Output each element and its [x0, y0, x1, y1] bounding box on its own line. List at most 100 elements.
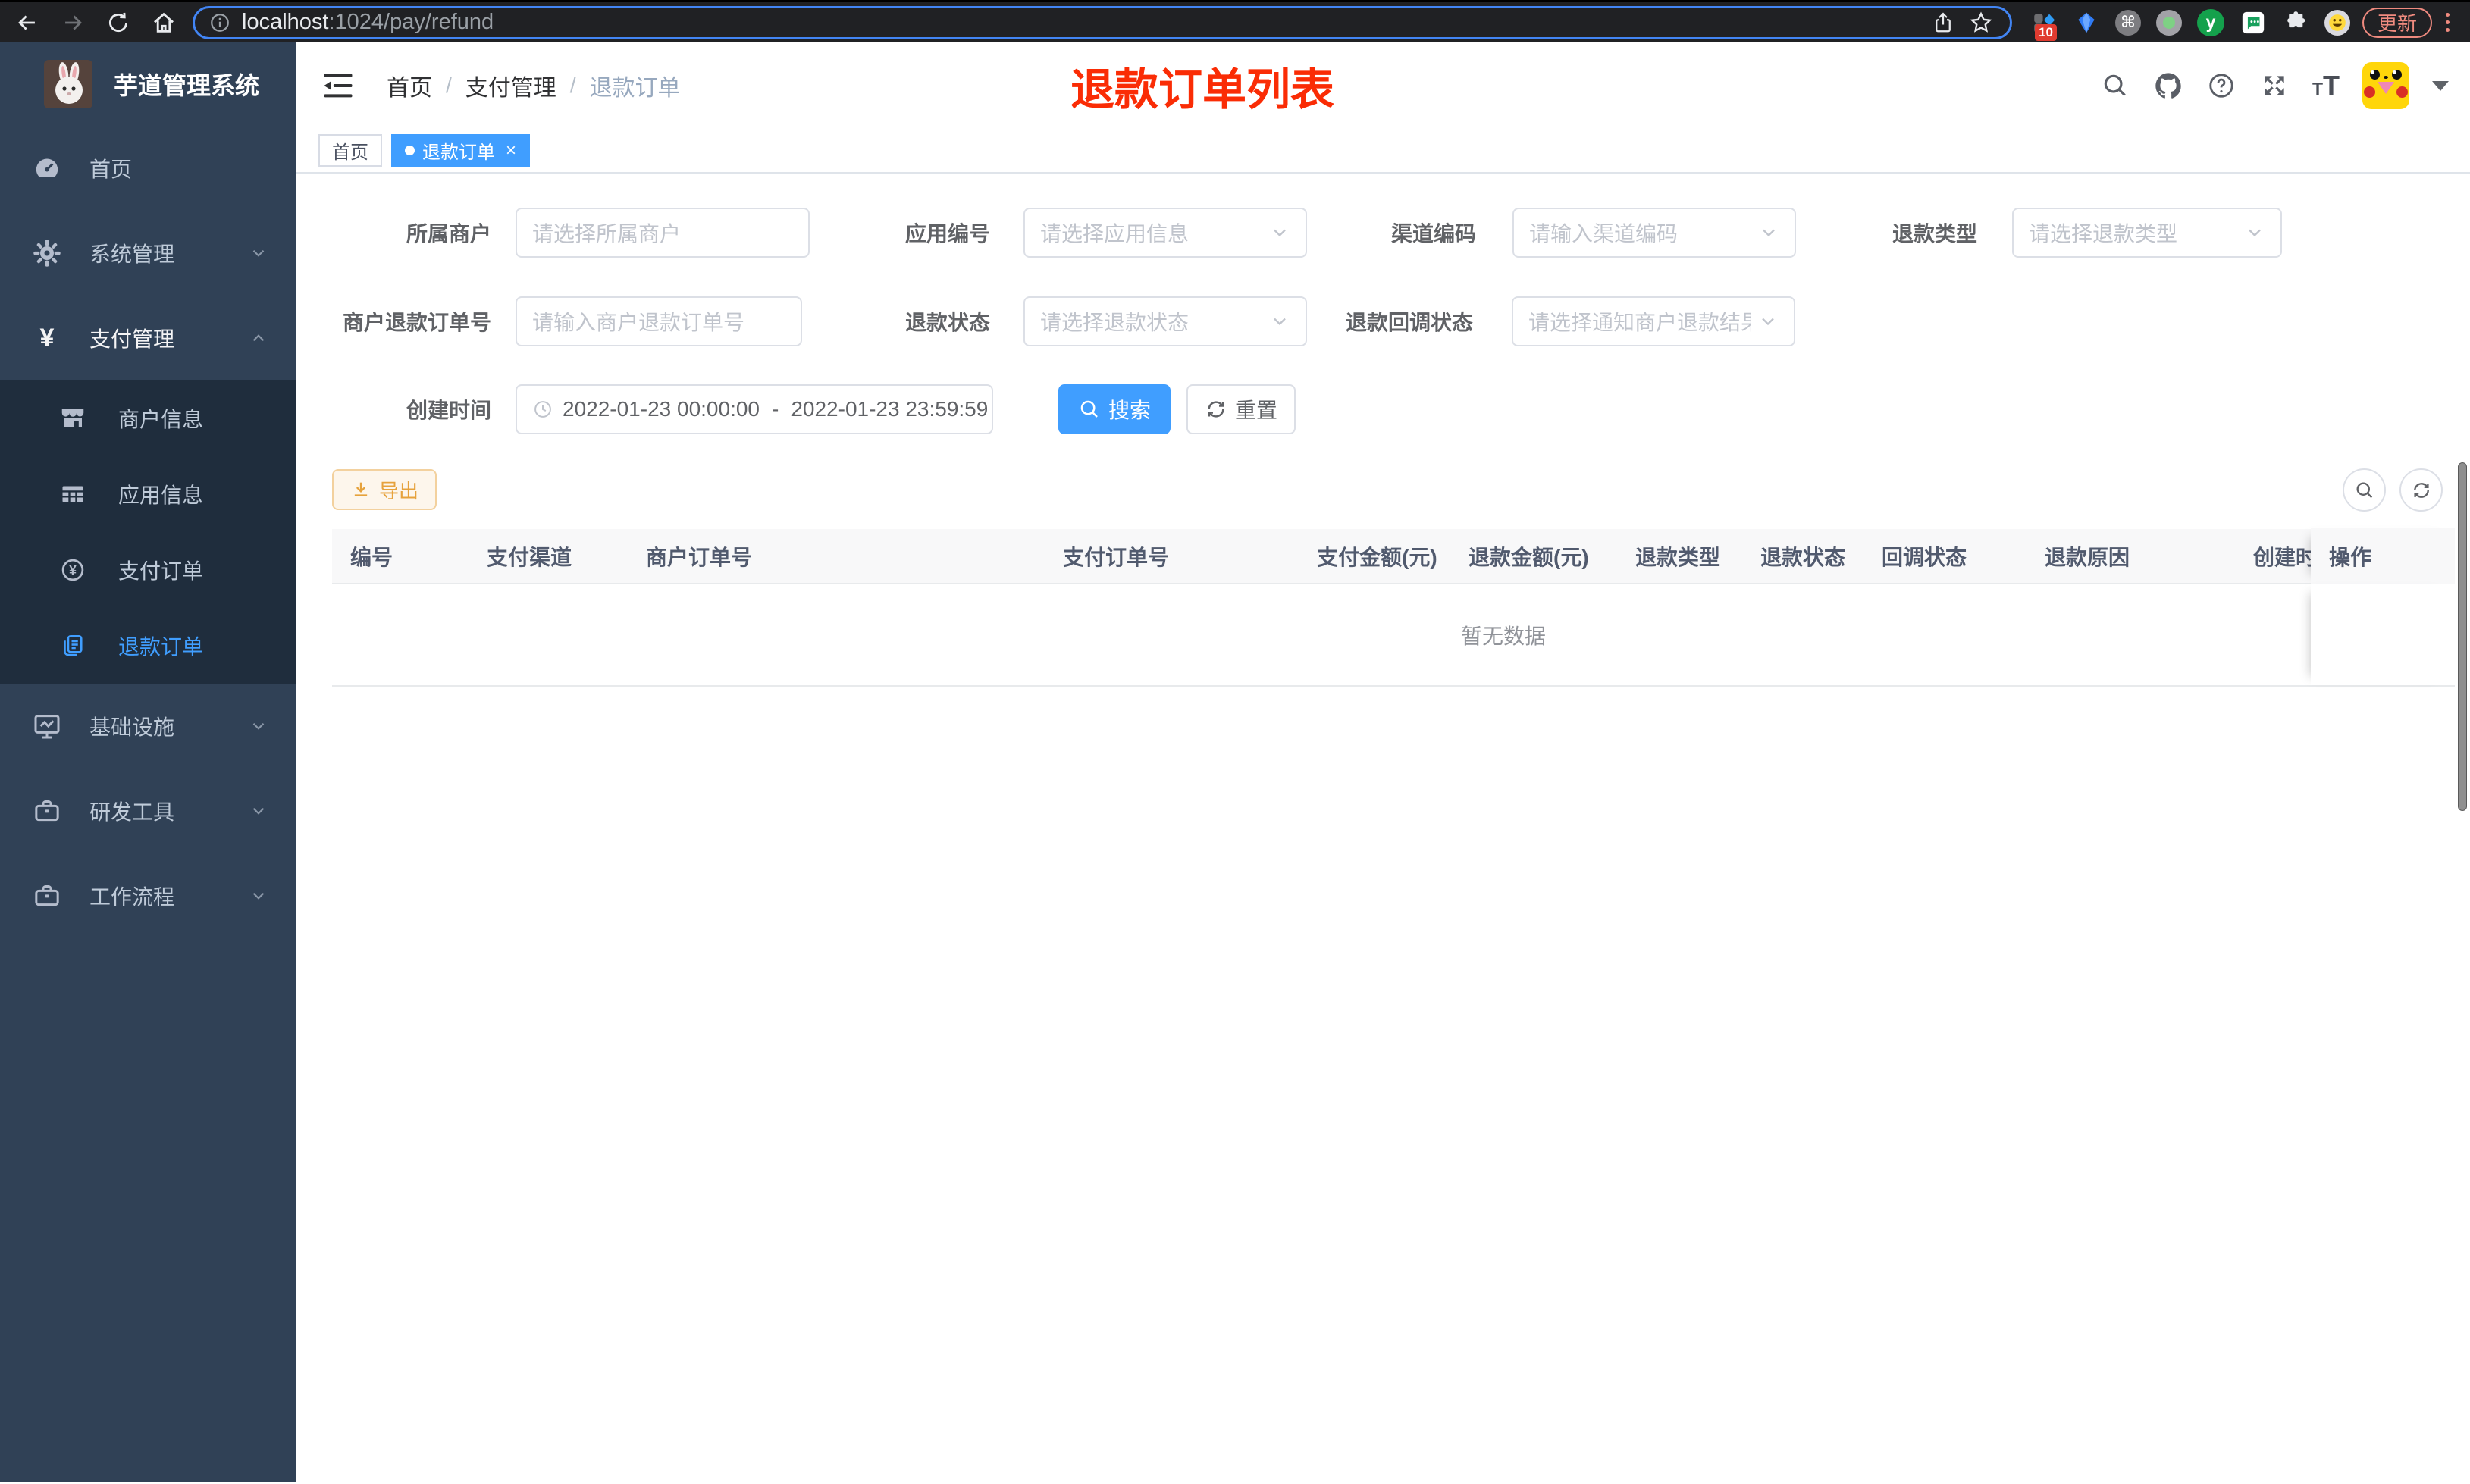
- column-header-id: 编号: [350, 545, 393, 569]
- chevron-down-icon: [1762, 318, 1774, 326]
- date-separator: -: [772, 397, 779, 421]
- forward-icon: [65, 14, 82, 30]
- export-button[interactable]: 导出: [332, 469, 437, 510]
- puzzle-icon: [2287, 11, 2305, 27]
- share-icon: [1936, 12, 1951, 32]
- extensions-puzzle-button[interactable]: [2282, 9, 2309, 36]
- sidebar-item-refund-order[interactable]: 退款订单: [0, 608, 296, 684]
- search-button[interactable]: 搜索: [1058, 384, 1171, 434]
- payment-submenu: 商户信息 应用信息 ¥ 支付订单 退款订单: [0, 380, 296, 684]
- back-icon: [18, 14, 35, 30]
- extension-recorder[interactable]: [2156, 9, 2182, 36]
- browser-forward-button[interactable]: [56, 6, 89, 39]
- fullscreen-button[interactable]: [2259, 70, 2290, 101]
- browser-reload-button[interactable]: [102, 6, 135, 39]
- breadcrumb-payment[interactable]: 支付管理: [465, 69, 556, 102]
- app-logo-row[interactable]: 芋道管理系统: [0, 42, 296, 126]
- merchant-refund-no-input[interactable]: 请输入商户退款订单号: [516, 296, 802, 346]
- collapse-sidebar-icon[interactable]: [323, 71, 353, 100]
- browser-back-button[interactable]: [11, 6, 44, 39]
- placeholder-text: 请输入商户退款订单号: [532, 311, 745, 334]
- channel-select[interactable]: 请输入渠道编码: [1512, 208, 1796, 258]
- share-button[interactable]: [1928, 8, 1958, 38]
- breadcrumb-home[interactable]: 首页: [387, 69, 432, 102]
- tag-close-icon[interactable]: ×: [506, 141, 516, 160]
- empty-text: 暂无数据: [1460, 624, 1547, 648]
- home-icon: [154, 12, 174, 33]
- tag-home[interactable]: 首页: [318, 134, 382, 167]
- date-start: 2022-01-23 00:00:00: [563, 397, 760, 421]
- show-search-toggle-button[interactable]: [2343, 468, 2386, 512]
- site-info-icon[interactable]: [208, 11, 231, 34]
- sidebar-item-workflow[interactable]: 工作流程: [0, 853, 296, 938]
- filter-label: 创建时间: [406, 399, 491, 422]
- sidebar-item-payment[interactable]: ¥ 支付管理: [0, 296, 296, 380]
- search-icon: [2104, 74, 2126, 96]
- column-header-pay-amount: 支付金额(元): [1317, 545, 1437, 569]
- table-empty-row: 暂无数据: [332, 584, 2455, 687]
- sidebar-item-infrastructure[interactable]: 基础设施: [0, 684, 296, 769]
- merchant-input[interactable]: 请选择所属商户: [516, 208, 810, 258]
- sidebar-item-label: 工作流程: [89, 885, 175, 909]
- filter-label: 商户退款订单号: [342, 311, 491, 334]
- url-host: localhost: [242, 10, 329, 34]
- sidebar-item-system[interactable]: 系统管理: [0, 211, 296, 296]
- refresh-table-button[interactable]: [2399, 468, 2443, 512]
- placeholder-text: 请选择通知商户退款结果的回调状态: [1528, 311, 1751, 334]
- help-button[interactable]: [2206, 70, 2236, 101]
- font-size-button[interactable]: TT: [2312, 72, 2340, 99]
- github-button[interactable]: [2153, 70, 2183, 101]
- sidebar-item-merchant-info[interactable]: 商户信息: [0, 380, 296, 456]
- sidebar-item-label: 应用信息: [118, 484, 204, 507]
- placeholder-text: 请选择退款类型: [2029, 222, 2178, 246]
- filter-label: 退款回调状态: [1345, 311, 1473, 334]
- notify-status-select[interactable]: 请选择通知商户退款结果的回调状态: [1512, 296, 1795, 346]
- placeholder-text: 请输入渠道编码: [1529, 222, 1679, 246]
- tag-refund-order[interactable]: 退款订单 ×: [391, 134, 531, 167]
- date-range-input[interactable]: 2022-01-23 00:00:00 - 2022-01-23 23:59:5…: [516, 384, 993, 434]
- refund-type-select[interactable]: 请选择退款类型: [2012, 208, 2282, 258]
- chevron-down-icon: [1274, 229, 1286, 237]
- sidebar-item-pay-order[interactable]: ¥ 支付订单: [0, 532, 296, 608]
- address-bar[interactable]: localhost:1024/pay/refund: [193, 5, 2012, 39]
- reset-button[interactable]: 重置: [1186, 384, 1296, 434]
- app-select[interactable]: 请选择应用信息: [1023, 208, 1307, 258]
- chrome-menu-button[interactable]: [2440, 10, 2456, 35]
- refund-status-select[interactable]: 请选择退款状态: [1023, 296, 1307, 346]
- extension-emoji[interactable]: [2324, 9, 2350, 36]
- avatar-caret-icon[interactable]: [2432, 80, 2449, 91]
- extension-y[interactable]: y: [2197, 8, 2224, 36]
- sidebar: 芋道管理系统 首页 系统管理 ¥ 支付管理 商户信息 应用信息 ¥ 支付订单 退…: [0, 42, 296, 1482]
- reload-icon: [109, 12, 128, 32]
- sidebar-item-home[interactable]: 首页: [0, 126, 296, 211]
- breadcrumb-separator: /: [569, 74, 576, 97]
- question-circle-icon: [2209, 74, 2233, 98]
- filter-label: 退款状态: [904, 311, 990, 334]
- chevron-down-icon: [252, 807, 265, 815]
- filter-label: 退款类型: [1892, 222, 1977, 246]
- placeholder-text: 请选择退款状态: [1040, 311, 1190, 334]
- header-search-button[interactable]: [2100, 70, 2130, 101]
- chrome-update-button[interactable]: 更新: [2362, 7, 2433, 38]
- column-header-refund-type: 退款类型: [1635, 545, 1721, 569]
- yen-icon: ¥: [39, 323, 55, 352]
- extension-command[interactable]: ⌘: [2115, 9, 2141, 36]
- column-header-refund-reason: 退款原因: [2045, 545, 2130, 569]
- star-icon: [1970, 11, 1992, 33]
- font-size-big-glyph: T: [2323, 70, 2340, 101]
- browser-home-button[interactable]: [147, 6, 180, 39]
- bookmark-star-button[interactable]: [1966, 8, 1996, 38]
- extension-tampermonkey[interactable]: 10: [2030, 9, 2058, 41]
- refund-doc-icon: [64, 634, 83, 656]
- topbar: 首页 / 支付管理 / 退款订单 退款订单列表 T T: [296, 42, 2470, 129]
- extension-chat[interactable]: [2240, 9, 2267, 36]
- gear-icon: [33, 240, 61, 267]
- main-content: 首页 / 支付管理 / 退款订单 退款订单列表 T T 首页 退款订单 × 所属…: [296, 42, 2470, 1482]
- page-scrollbar-thumb[interactable]: [2458, 462, 2467, 811]
- green-dot-icon: [2163, 16, 2175, 29]
- sidebar-item-dev-tools[interactable]: 研发工具: [0, 769, 296, 853]
- sidebar-item-app-info[interactable]: 应用信息: [0, 456, 296, 532]
- avatar[interactable]: [2362, 62, 2409, 109]
- app-title: 芋道管理系统: [114, 72, 260, 99]
- extension-gem[interactable]: [2073, 9, 2100, 36]
